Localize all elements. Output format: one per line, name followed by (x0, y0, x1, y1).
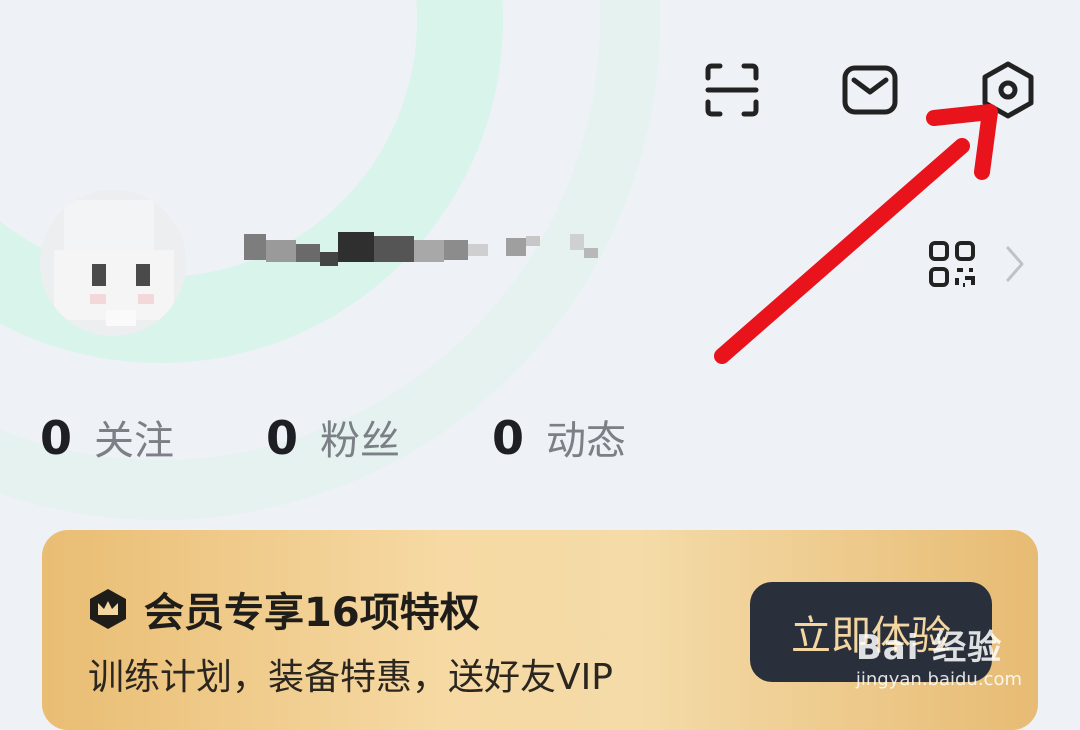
qr-code-icon[interactable] (928, 240, 976, 288)
stat-value: 0 (266, 411, 299, 465)
crown-badge-icon (90, 589, 126, 629)
profile-header[interactable] (34, 190, 1054, 340)
stats-row: 0 关注 0 粉丝 0 动态 (40, 408, 718, 466)
vip-title: 会员专享16项特权 (144, 590, 480, 636)
watermark-url: jingyan.baidu.com (855, 669, 1022, 690)
chevron-right-icon[interactable] (1000, 242, 1030, 286)
baidu-jingyan-watermark: Bai 经验 jingyan.baidu.com (856, 620, 1022, 690)
stat-following[interactable]: 0 关注 (40, 408, 266, 466)
mail-icon[interactable] (838, 58, 902, 122)
avatar[interactable] (40, 190, 186, 336)
header-toolbar (700, 58, 1040, 122)
vip-subtitle: 训练计划，装备特惠，送好友VIP (88, 657, 613, 698)
watermark-logo: Bai 经验 (855, 628, 1003, 668)
scan-icon[interactable] (700, 58, 764, 122)
stat-value: 0 (40, 411, 73, 465)
settings-icon[interactable] (976, 58, 1040, 122)
stat-value: 0 (492, 411, 525, 465)
stat-posts[interactable]: 0 动态 (492, 408, 718, 466)
stat-label: 动态 (546, 418, 627, 464)
vip-title-row: 会员专享16项特权 (86, 580, 480, 638)
stat-fans[interactable]: 0 粉丝 (266, 408, 492, 466)
stat-label: 粉丝 (320, 418, 401, 464)
stat-label: 关注 (94, 418, 175, 464)
username-pixelated (244, 230, 604, 268)
